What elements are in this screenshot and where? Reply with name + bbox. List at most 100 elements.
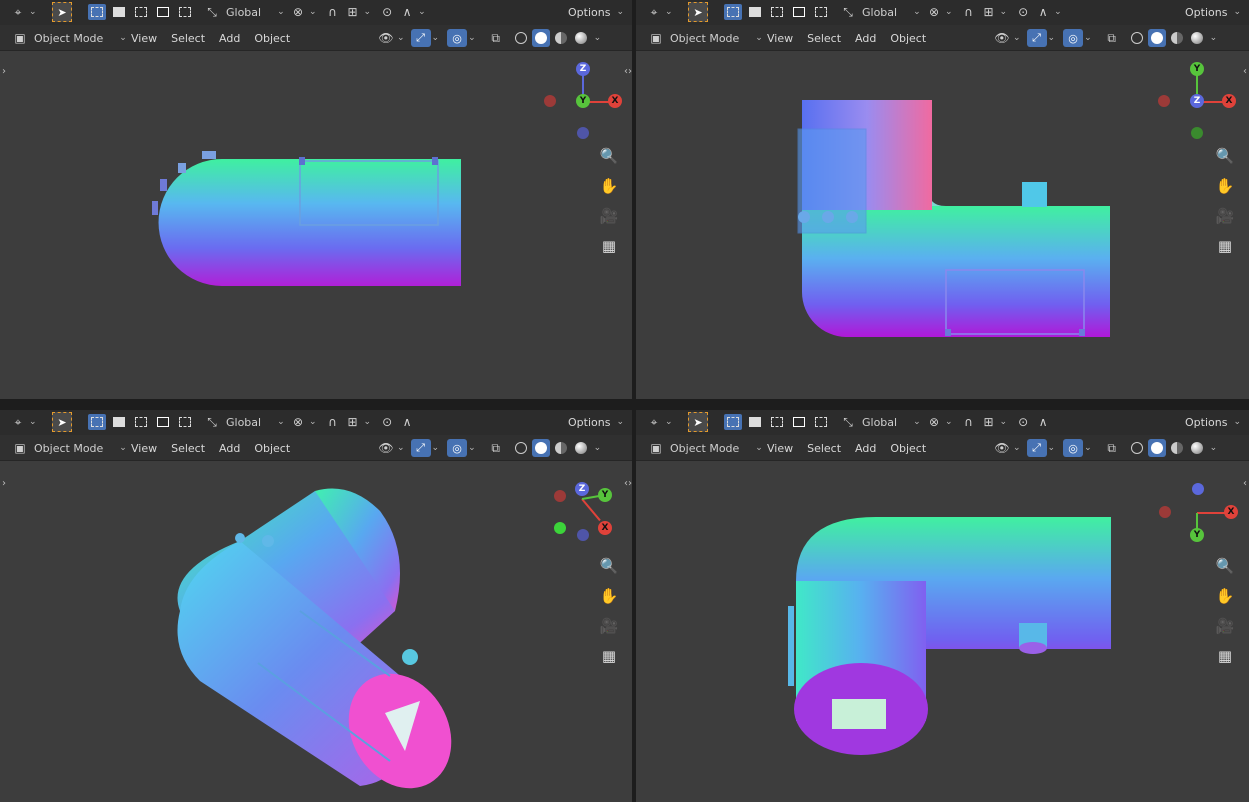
select-intersect-icon[interactable] — [812, 414, 830, 430]
chevron-down-icon[interactable]: ⌄ — [432, 33, 440, 43]
chevron-down-icon[interactable]: ⌄ — [1233, 7, 1241, 17]
rendered-icon[interactable] — [1188, 439, 1206, 457]
snap-icon[interactable]: ∩ — [959, 2, 979, 22]
chevron-down-icon[interactable]: ⌄ — [913, 417, 921, 427]
chevron-down-icon[interactable]: ⌄ — [277, 7, 285, 17]
select-box-tool-icon[interactable]: ➤ — [688, 2, 708, 22]
menu-view[interactable]: View — [760, 32, 800, 45]
chevron-down-icon[interactable]: ⌄ — [594, 443, 602, 453]
editor-type-icon[interactable]: ⌖ — [8, 412, 28, 432]
select-extend-icon[interactable] — [746, 4, 764, 20]
orientation-dropdown[interactable]: Global — [862, 6, 897, 19]
solid-icon[interactable] — [531, 439, 550, 457]
falloff-icon[interactable]: ∧ — [1033, 412, 1053, 432]
gizmo-icon[interactable]: ⤢ — [1026, 439, 1047, 457]
material-preview-icon[interactable] — [1168, 439, 1186, 457]
snap-icon[interactable]: ∩ — [323, 2, 343, 22]
solid-icon[interactable] — [1147, 439, 1166, 457]
menu-object[interactable]: Object — [883, 442, 933, 455]
menu-add[interactable]: Add — [848, 32, 883, 45]
chevron-down-icon[interactable]: ⌄ — [29, 417, 37, 427]
snap-increment-icon[interactable]: ⊞ — [343, 412, 363, 432]
solid-icon[interactable] — [1147, 29, 1166, 47]
select-subtract-icon[interactable] — [132, 4, 150, 20]
orientation-dropdown[interactable]: Global — [862, 416, 897, 429]
chevron-down-icon[interactable]: ⌄ — [1210, 33, 1218, 43]
select-extend-icon[interactable] — [110, 414, 128, 430]
chevron-down-icon[interactable]: ⌄ — [309, 7, 317, 17]
material-preview-icon[interactable] — [552, 439, 570, 457]
chevron-down-icon[interactable]: ⌄ — [1210, 443, 1218, 453]
overlays-icon[interactable]: ◎ — [1063, 29, 1084, 47]
chevron-down-icon[interactable]: ⌄ — [468, 33, 476, 43]
chevron-down-icon[interactable]: ⌄ — [594, 33, 602, 43]
chevron-down-icon[interactable]: ⌄ — [277, 417, 285, 427]
mode-dropdown[interactable]: Object Mode — [670, 442, 739, 455]
visibility-icon[interactable]: 👁 — [376, 438, 396, 458]
chevron-down-icon[interactable]: ⌄ — [1233, 417, 1241, 427]
xray-icon[interactable]: ⧉ — [486, 438, 506, 458]
chevron-down-icon[interactable]: ⌄ — [468, 443, 476, 453]
rendered-icon[interactable] — [572, 29, 590, 47]
falloff-icon[interactable]: ∧ — [397, 2, 417, 22]
falloff-icon[interactable]: ∧ — [1033, 2, 1053, 22]
viewport-bottom-left[interactable]: ⌖ ⌄ ➤ ⤡ Global ⌄ ⊗ ⌄ ∩ ⊞ ⌄ ⊙ ∧ Options ⌄ ▣ — [0, 410, 632, 802]
select-extend-icon[interactable] — [746, 414, 764, 430]
chevron-down-icon[interactable]: ⌄ — [1048, 33, 1056, 43]
editor-type-icon[interactable]: ⌖ — [644, 412, 664, 432]
chevron-down-icon[interactable]: ⌄ — [397, 443, 405, 453]
select-new-icon[interactable] — [88, 414, 106, 430]
viewport-top-right[interactable]: ⌖ ⌄ ➤ ⤡ Global ⌄ ⊗ ⌄ ∩ ⊞ ⌄ ⊙ ∧ ⌄ Options ⌄ — [636, 0, 1249, 399]
mode-dropdown[interactable]: Object Mode — [34, 442, 103, 455]
select-box-tool-icon[interactable]: ➤ — [688, 412, 708, 432]
menu-object[interactable]: Object — [247, 442, 297, 455]
material-preview-icon[interactable] — [552, 29, 570, 47]
3d-model-perspective-view[interactable] — [0, 461, 632, 802]
chevron-down-icon[interactable]: ⌄ — [432, 443, 440, 453]
solid-icon[interactable] — [531, 29, 550, 47]
select-new-icon[interactable] — [724, 414, 742, 430]
select-intersect-icon[interactable] — [176, 4, 194, 20]
select-new-icon[interactable] — [724, 4, 742, 20]
menu-object[interactable]: Object — [883, 32, 933, 45]
select-invert-icon[interactable] — [790, 414, 808, 430]
editor-type-icon[interactable]: ⌖ — [8, 2, 28, 22]
chevron-down-icon[interactable]: ⌄ — [616, 7, 624, 17]
options-menu[interactable]: Options — [568, 6, 610, 19]
mode-dropdown[interactable]: Object Mode — [670, 32, 739, 45]
chevron-down-icon[interactable]: ⌄ — [364, 7, 372, 17]
falloff-icon[interactable]: ∧ — [397, 412, 417, 432]
chevron-down-icon[interactable]: ⌄ — [945, 7, 953, 17]
proportional-edit-icon[interactable]: ⊙ — [1013, 412, 1033, 432]
3d-model-front-view[interactable] — [0, 51, 632, 399]
gizmo-icon[interactable]: ⤢ — [1026, 29, 1047, 47]
visibility-icon[interactable]: 👁 — [992, 28, 1012, 48]
select-invert-icon[interactable] — [154, 4, 172, 20]
rendered-icon[interactable] — [1188, 29, 1206, 47]
menu-select[interactable]: Select — [800, 442, 848, 455]
options-menu[interactable]: Options — [568, 416, 610, 429]
chevron-down-icon[interactable]: ⌄ — [1084, 443, 1092, 453]
xray-icon[interactable]: ⧉ — [486, 28, 506, 48]
select-new-icon[interactable] — [88, 4, 106, 20]
wireframe-icon[interactable] — [1128, 29, 1146, 47]
3d-model-side-view[interactable] — [636, 461, 1249, 802]
menu-add[interactable]: Add — [848, 442, 883, 455]
overlays-icon[interactable]: ◎ — [447, 29, 468, 47]
chevron-down-icon[interactable]: ⌄ — [665, 417, 673, 427]
pivot-icon[interactable]: ⊗ — [924, 412, 944, 432]
snap-icon[interactable]: ∩ — [959, 412, 979, 432]
3d-model-top-view[interactable] — [636, 51, 1249, 399]
select-box-tool-icon[interactable]: ➤ — [52, 412, 72, 432]
xray-icon[interactable]: ⧉ — [1102, 438, 1122, 458]
chevron-down-icon[interactable]: ⌄ — [913, 7, 921, 17]
pivot-icon[interactable]: ⊗ — [288, 2, 308, 22]
chevron-down-icon[interactable]: ⌄ — [1048, 443, 1056, 453]
select-intersect-icon[interactable] — [176, 414, 194, 430]
select-extend-icon[interactable] — [110, 4, 128, 20]
chevron-down-icon[interactable]: ⌄ — [309, 417, 317, 427]
menu-object[interactable]: Object — [247, 32, 297, 45]
snap-increment-icon[interactable]: ⊞ — [343, 2, 363, 22]
wireframe-icon[interactable] — [512, 439, 530, 457]
overlays-icon[interactable]: ◎ — [447, 439, 468, 457]
